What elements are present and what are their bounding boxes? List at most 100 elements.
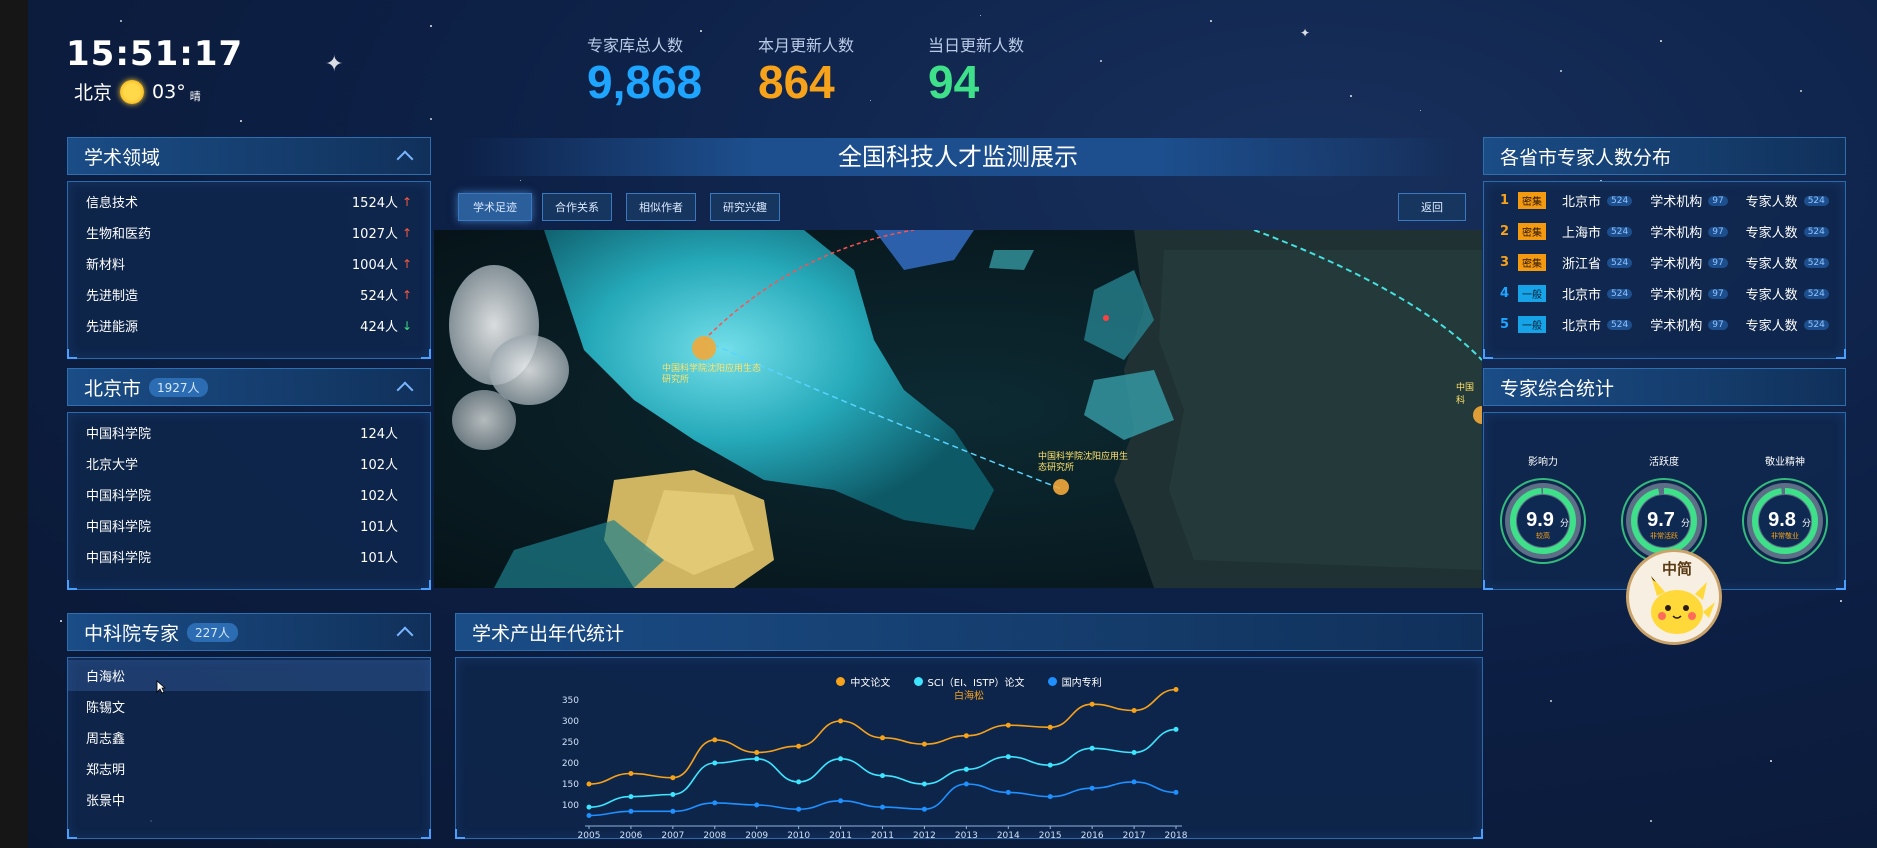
list-item[interactable]: 生物和医药 1027人 ↑	[68, 217, 430, 248]
tab-footprint[interactable]: 学术足迹	[458, 193, 532, 221]
province-count: 524	[1607, 195, 1633, 206]
list-item[interactable]: 北京大学 102人	[68, 448, 430, 479]
star-icon	[1770, 760, 1772, 762]
province-count: 524	[1607, 226, 1633, 237]
cas-list: 白海松 陈锡文 周志鑫 郑志明 张景中	[67, 657, 431, 839]
data-point	[838, 798, 844, 804]
map-marker-icon	[692, 336, 716, 360]
density-tag: 密集	[1518, 192, 1546, 209]
y-tick-label: 200	[562, 759, 579, 769]
star-icon	[1560, 70, 1562, 72]
list-item[interactable]: 白海松	[68, 660, 430, 691]
x-tick-label: 2006	[619, 831, 642, 838]
data-point	[670, 792, 676, 797]
star-icon	[120, 20, 122, 22]
province-row[interactable]: 2 密集 上海市 524 学术机构 97 专家人数 524	[1484, 216, 1845, 247]
gauge-influence: 影响力 9.9 分较高	[1498, 453, 1588, 570]
stat-value: 864	[758, 56, 835, 108]
institution-name: 中国科学院	[86, 520, 152, 535]
tab-research-interest[interactable]: 研究兴趣	[710, 193, 780, 221]
star-icon	[1210, 20, 1212, 22]
list-item[interactable]: 张景中	[68, 784, 430, 815]
province-row[interactable]: 5 一般 北京市 524 学术机构 97 专家人数 524	[1484, 309, 1845, 340]
weather: 北京 03° 晴	[74, 78, 201, 105]
expert-count: 524	[1803, 195, 1829, 206]
expert-label: 专家人数	[1745, 195, 1798, 210]
list-item[interactable]: 周志鑫	[68, 722, 430, 753]
satellite-map[interactable]: 中国科学院沈阳应用生态研究所 中国科学院沈阳应用生态研究所 中国科	[434, 230, 1482, 588]
provinces-list: 1 密集 北京市 524 学术机构 97 专家人数 524 2 密集 上海市 524 学术机构 97 专家…	[1483, 181, 1846, 359]
data-point	[1047, 794, 1053, 800]
data-point	[754, 756, 760, 762]
panel-title: 北京市	[84, 377, 142, 400]
institution-name: 中国科学院	[86, 427, 152, 442]
data-point	[880, 773, 885, 779]
panel-title: 专家综合统计	[1500, 377, 1615, 400]
city-header[interactable]: 北京市 1927人	[67, 368, 431, 406]
mouse-cursor-icon	[156, 680, 166, 694]
star-icon	[1840, 600, 1842, 602]
tab-cooperation[interactable]: 合作关系	[542, 193, 612, 221]
gauge-label: 敬业精神	[1765, 457, 1805, 468]
user-avatar[interactable]: 中简	[1626, 549, 1722, 645]
data-point	[963, 733, 969, 739]
list-item[interactable]: 郑志明	[68, 753, 430, 784]
gauge-label: 活跃度	[1649, 457, 1679, 468]
list-item[interactable]: 信息技术 1524人 ↑	[68, 186, 430, 217]
star-icon	[520, 180, 521, 181]
x-tick-label: 2013	[955, 831, 978, 838]
institution-count: 101人	[360, 520, 398, 535]
star-icon	[1800, 90, 1802, 92]
field-name: 先进制造	[86, 289, 139, 304]
x-tick-label: 2012	[913, 831, 936, 838]
count-badge: 1927人	[149, 377, 208, 397]
collapse-chevron-icon[interactable]	[396, 378, 414, 396]
x-tick-label: 2011	[871, 831, 894, 838]
density-tag: 密集	[1518, 223, 1546, 240]
list-item[interactable]: 中国科学院 101人	[68, 510, 430, 541]
fields-header[interactable]: 学术领域	[67, 137, 431, 175]
gauge-dedication: 敬业精神 9.8 分非常敬业	[1740, 453, 1830, 570]
data-point	[628, 794, 634, 800]
svg-text:中简: 中简	[1662, 560, 1692, 578]
expert-count: 524	[1803, 226, 1829, 237]
data-point	[1047, 724, 1053, 730]
institution-label: 学术机构	[1650, 319, 1703, 334]
gauge-desc: 较高	[1536, 531, 1550, 540]
data-point	[586, 781, 592, 787]
list-item[interactable]: 中国科学院 124人	[68, 417, 430, 448]
gauge-score: 9.7	[1647, 509, 1675, 531]
province-count: 524	[1607, 319, 1633, 330]
scores-header: 专家综合统计	[1483, 368, 1846, 406]
list-item[interactable]: 中国科学院 102人	[68, 479, 430, 510]
left-edge	[0, 0, 28, 848]
stat-label: 本月更新人数	[758, 36, 855, 55]
data-point	[838, 756, 844, 762]
data-point	[796, 806, 802, 812]
province-row[interactable]: 3 密集 浙江省 524 学术机构 97 专家人数 524	[1484, 247, 1845, 278]
tab-similar-authors[interactable]: 相似作者	[626, 193, 696, 221]
list-item[interactable]: 先进能源 424人 ↓	[68, 310, 430, 341]
collapse-chevron-icon[interactable]	[396, 147, 414, 165]
panel-title: 学术产出年代统计	[472, 622, 625, 645]
sparkle-icon: ✦	[1300, 26, 1311, 40]
list-item[interactable]: 新材料 1004人 ↑	[68, 248, 430, 279]
province-count: 524	[1607, 288, 1633, 299]
institution-label: 学术机构	[1650, 195, 1703, 210]
star-icon	[430, 25, 432, 27]
back-button[interactable]: 返回	[1398, 193, 1466, 221]
list-item[interactable]: 先进制造 524人 ↑	[68, 279, 430, 310]
cas-header[interactable]: 中科院专家 227人	[67, 613, 431, 651]
star-icon	[1350, 95, 1352, 97]
list-item[interactable]: 中国科学院 101人	[68, 541, 430, 572]
rank: 4	[1500, 286, 1510, 301]
city-panel: 北京市 1927人 中国科学院 124人 北京大学 102人 中国科学院 102人 中…	[67, 368, 431, 590]
list-item[interactable]: 陈锡文	[68, 691, 430, 722]
collapse-chevron-icon[interactable]	[396, 623, 414, 641]
stat-day: 当日更新人数 94	[928, 32, 1024, 108]
density-tag: 一般	[1518, 285, 1546, 302]
province-row[interactable]: 4 一般 北京市 524 学术机构 97 专家人数 524	[1484, 278, 1845, 309]
province-row[interactable]: 1 密集 北京市 524 学术机构 97 专家人数 524	[1484, 185, 1845, 216]
province-name: 北京市	[1562, 288, 1602, 303]
data-point	[838, 718, 844, 724]
